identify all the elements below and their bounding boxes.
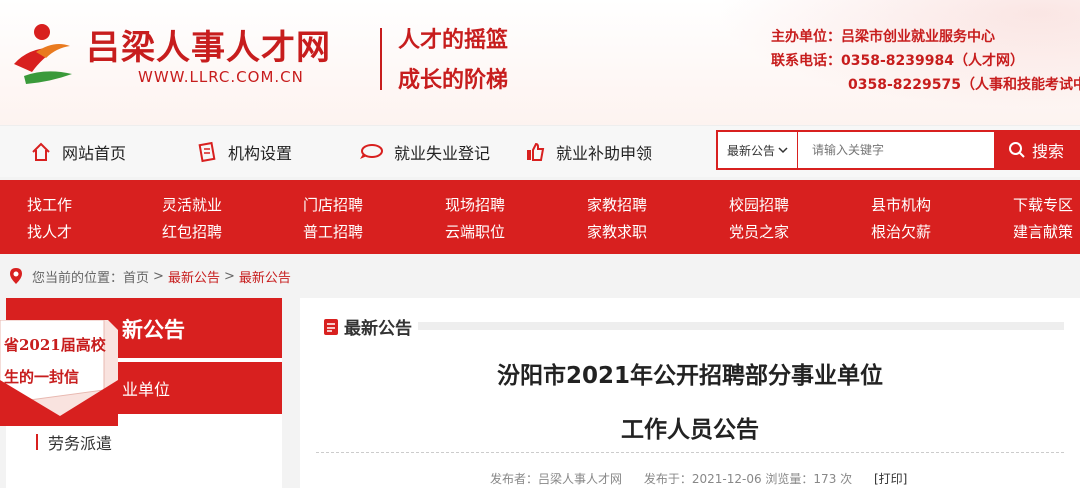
nav-home[interactable]: 网站首页 xyxy=(30,136,126,168)
home-icon xyxy=(32,142,50,161)
breadcrumb-link[interactable]: 最新公告 xyxy=(168,267,220,286)
article-panel: 最新公告 汾阳市2021年公开招聘部分事业单位 工作人员公告 发布者：吕梁人事人… xyxy=(300,298,1080,488)
article-meta: 发布者：吕梁人事人才网 发布于：2021-12-06 浏览量：173 次 [打印… xyxy=(490,470,907,487)
category-nav: 找工作 灵活就业 门店招聘 现场招聘 家教招聘 校园招聘 县市机构 下载专区 找… xyxy=(0,180,1080,254)
article-views: 浏览量：173 次 xyxy=(765,472,853,486)
rednav-link[interactable]: 现场招聘 xyxy=(445,194,505,215)
rednav-link[interactable]: 县市机构 xyxy=(871,194,931,215)
speech-bubble-icon xyxy=(360,144,383,159)
nav-org-label: 机构设置 xyxy=(228,144,293,163)
nav-org[interactable]: 机构设置 xyxy=(196,136,292,168)
sidebar-item-labor[interactable]: 劳务派遣 xyxy=(36,430,112,454)
nav-subsidy-label: 就业补助申领 xyxy=(556,144,653,163)
section-title: 最新公告 xyxy=(344,319,412,339)
search-category-value: 最新公告 xyxy=(726,143,775,158)
search-input[interactable] xyxy=(798,132,994,168)
rednav-link[interactable]: 普工招聘 xyxy=(303,221,363,242)
nav-register-label: 就业失业登记 xyxy=(394,144,491,163)
breadcrumb-current[interactable]: 最新公告 xyxy=(239,267,291,286)
sidebar-item-label: 劳务派遣 xyxy=(48,434,113,453)
sidebar-title: 新公告 xyxy=(122,318,185,342)
document-icon xyxy=(198,141,216,163)
header-divider xyxy=(380,28,382,90)
rednav-link[interactable]: 门店招聘 xyxy=(303,194,363,215)
rednav-link[interactable]: 灵活就业 xyxy=(162,194,222,215)
rednav-link[interactable]: 下载专区 xyxy=(1013,194,1073,215)
search-button-label: 搜索 xyxy=(1031,142,1064,161)
rednav-link[interactable]: 家教招聘 xyxy=(587,194,647,215)
site-logo-icon[interactable] xyxy=(6,18,78,90)
promo-text-line1: 省2021届高校 xyxy=(3,336,107,354)
rednav-link[interactable]: 红包招聘 xyxy=(162,221,222,242)
article-date: 发布于：2021-12-06 xyxy=(643,472,762,486)
location-pin-icon xyxy=(10,268,22,284)
slogan-line2: 成长的阶梯 xyxy=(398,67,509,93)
chevron-down-icon xyxy=(778,147,788,154)
site-url: WWW.LLRC.COM.CN xyxy=(138,68,304,86)
site-header: 吕梁人事人才网 WWW.LLRC.COM.CN 人才的摇篮 成长的阶梯 主办单位… xyxy=(0,0,1080,125)
breadcrumb-prefix: 您当前的位置： xyxy=(32,270,124,286)
section-header: 最新公告 xyxy=(316,314,418,339)
sidebar-item-marker xyxy=(36,434,38,450)
rednav-link[interactable]: 找人才 xyxy=(27,221,72,242)
article-publisher: 发布者：吕梁人事人才网 xyxy=(490,472,623,486)
rednav-link[interactable]: 家教求职 xyxy=(587,221,647,242)
rednav-link[interactable]: 校园招聘 xyxy=(729,194,789,215)
contact-phone1: 联系电话：0358-8239984（人才网） xyxy=(771,53,1024,69)
contact-phone2: 0358-8229575（人事和技能考试中 xyxy=(848,77,1080,93)
search-category-select[interactable]: 最新公告 xyxy=(718,132,798,168)
rednav-link[interactable]: 建言献策 xyxy=(1013,221,1073,242)
breadcrumb-separator: > xyxy=(153,268,164,284)
section-header-rule xyxy=(316,322,1064,330)
section-header-label: 最新公告 xyxy=(316,314,418,339)
article-title-line1: 汾阳市2021年公开招聘部分事业单位 xyxy=(496,363,883,389)
notice-icon xyxy=(324,318,338,335)
search-icon xyxy=(1008,142,1025,158)
host-org: 主办单位：吕梁市创业就业服务中心 xyxy=(771,29,995,45)
nav-subsidy[interactable]: 就业补助申领 xyxy=(524,136,652,168)
search-bar: 最新公告 搜索 xyxy=(716,130,1080,170)
promo-text-line2: 生的一封信 xyxy=(4,368,79,386)
promo-letter-banner[interactable]: 省2021届高校 生的一封信 xyxy=(0,320,118,426)
site-name[interactable]: 吕梁人事人才网 xyxy=(86,20,331,69)
breadcrumb: 您当前的位置： 首页 > 最新公告 > 最新公告 xyxy=(0,256,1080,296)
search-button[interactable]: 搜索 xyxy=(994,132,1078,168)
rednav-link[interactable]: 党员之家 xyxy=(729,221,789,242)
breadcrumb-separator: > xyxy=(223,268,235,284)
rednav-link[interactable]: 根治欠薪 xyxy=(871,221,931,242)
article-title-line2: 工作人员公告 xyxy=(621,417,759,443)
breadcrumb-home[interactable]: 首页 xyxy=(123,267,149,286)
article-divider xyxy=(316,452,1064,453)
slogan-line1: 人才的摇篮 xyxy=(398,27,509,53)
nav-home-label: 网站首页 xyxy=(62,144,127,163)
sidebar-item-label: 业单位 xyxy=(122,380,171,399)
nav-register[interactable]: 就业失业登记 xyxy=(358,136,490,168)
thumbs-up-icon xyxy=(527,142,545,161)
print-link[interactable]: [打印] xyxy=(874,472,907,486)
rednav-link[interactable]: 找工作 xyxy=(27,194,72,215)
rednav-link[interactable]: 云端职位 xyxy=(445,221,505,242)
